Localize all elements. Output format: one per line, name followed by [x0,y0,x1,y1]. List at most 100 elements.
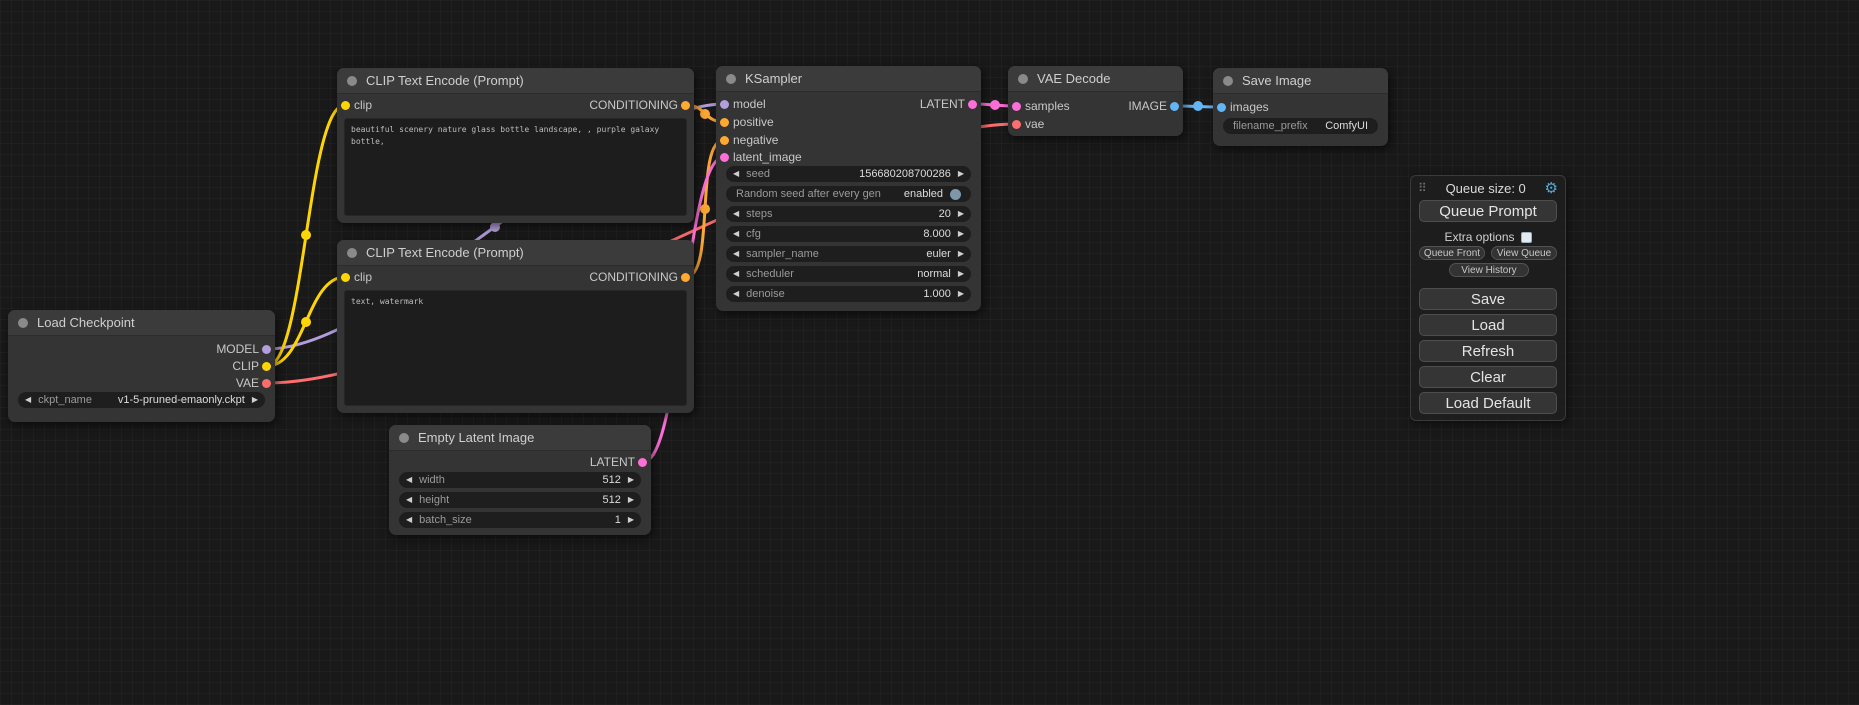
stepper-left-icon[interactable]: ◀ [733,246,739,262]
extra-options-checkbox[interactable] [1521,232,1532,243]
clear-button[interactable]: Clear [1419,366,1557,388]
batch-size-widget[interactable]: ◀ batch_size 1 ▶ [399,512,641,528]
collapse-dot[interactable] [726,74,736,84]
node-title-bar[interactable]: Save Image [1213,68,1388,94]
node-clip-text-encode-positive[interactable]: CLIP Text Encode (Prompt) clip CONDITION… [337,68,694,223]
stepper-right-icon[interactable]: ▶ [958,286,964,302]
collapse-dot[interactable] [347,248,357,258]
node-title-bar[interactable]: CLIP Text Encode (Prompt) [337,240,694,266]
widget-label: sampler_name [746,248,819,260]
stepper-right-icon[interactable]: ▶ [958,166,964,182]
settings-gear-icon[interactable]: ⚙ [1545,179,1558,197]
queue-front-button[interactable]: Queue Front [1419,246,1485,260]
widget-value: 8.000 [923,228,951,240]
node-graph-canvas[interactable]: Load Checkpoint MODEL CLIP VAE ◀ ckpt_na… [0,0,1859,705]
clip-output-dot[interactable] [262,362,271,371]
sampler-name-widget[interactable]: ◀ sampler_name euler ▶ [726,246,971,262]
extra-options-label: Extra options [1444,230,1514,244]
stepper-right-icon[interactable]: ▶ [958,266,964,282]
ckpt-name-widget[interactable]: ◀ ckpt_name v1-5-pruned-emaonly.ckpt ▶ [18,392,265,408]
stepper-right-icon[interactable]: ▶ [958,246,964,262]
node-title-bar[interactable]: VAE Decode [1008,66,1183,92]
image-output-dot[interactable] [1170,102,1179,111]
width-widget[interactable]: ◀ width 512 ▶ [399,472,641,488]
collapse-dot[interactable] [399,433,409,443]
widget-label: scheduler [746,268,794,280]
stepper-left-icon[interactable]: ◀ [733,266,739,282]
node-ksampler[interactable]: KSampler model LATENT positive negative … [716,66,981,311]
collapse-dot[interactable] [347,76,357,86]
latent-output-dot[interactable] [638,458,647,467]
scheduler-widget[interactable]: ◀ scheduler normal ▶ [726,266,971,282]
widget-label: steps [746,208,772,220]
positive-input-dot[interactable] [720,118,729,127]
conditioning-output-dot[interactable] [681,101,690,110]
queue-panel: ⠿ Queue size: 0 ⚙ Queue Prompt Extra opt… [1410,175,1566,421]
node-save-image[interactable]: Save Image images filename_prefix ComfyU… [1213,68,1388,146]
stepper-right-icon[interactable]: ▶ [958,226,964,242]
latent-image-input-dot[interactable] [720,153,729,162]
vae-input-dot[interactable] [1012,120,1021,129]
image-output-label: IMAGE [1128,97,1167,115]
seed-widget[interactable]: ◀ seed 156680208700286 ▶ [726,166,971,182]
toggle-knob[interactable] [950,189,961,200]
vae-output-dot[interactable] [262,379,271,388]
wire-clip-negative [267,277,345,366]
node-clip-text-encode-negative[interactable]: CLIP Text Encode (Prompt) clip CONDITION… [337,240,694,413]
negative-input-dot[interactable] [720,136,729,145]
stepper-left-icon[interactable]: ◀ [25,392,31,408]
load-button[interactable]: Load [1419,314,1557,336]
cfg-widget[interactable]: ◀ cfg 8.000 ▶ [726,226,971,242]
collapse-dot[interactable] [1018,74,1028,84]
model-input-dot[interactable] [720,100,729,109]
widget-label: cfg [746,228,761,240]
clip-input-dot[interactable] [341,273,350,282]
stepper-left-icon[interactable]: ◀ [733,166,739,182]
node-vae-decode[interactable]: VAE Decode samples IMAGE vae [1008,66,1183,136]
widget-value: 512 [602,474,620,486]
filename-prefix-widget[interactable]: filename_prefix ComfyUI [1223,118,1378,134]
stepper-left-icon[interactable]: ◀ [406,512,412,528]
widget-value: euler [926,248,950,260]
stepper-left-icon[interactable]: ◀ [733,286,739,302]
wire-midpoint-dot [700,204,710,214]
stepper-left-icon[interactable]: ◀ [733,226,739,242]
prompt-textarea[interactable]: beautiful scenery nature glass bottle la… [344,118,687,216]
stepper-right-icon[interactable]: ▶ [958,206,964,222]
prompt-textarea[interactable]: text, watermark [344,290,687,406]
widget-value: 512 [602,494,620,506]
node-load-checkpoint[interactable]: Load Checkpoint MODEL CLIP VAE ◀ ckpt_na… [8,310,275,422]
save-button[interactable]: Save [1419,288,1557,310]
steps-widget[interactable]: ◀ steps 20 ▶ [726,206,971,222]
load-default-button[interactable]: Load Default [1419,392,1557,414]
node-title-bar[interactable]: Load Checkpoint [8,310,275,336]
images-input-dot[interactable] [1217,103,1226,112]
height-widget[interactable]: ◀ height 512 ▶ [399,492,641,508]
conditioning-output-dot[interactable] [681,273,690,282]
view-queue-button[interactable]: View Queue [1491,246,1557,260]
stepper-right-icon[interactable]: ▶ [628,492,634,508]
stepper-right-icon[interactable]: ▶ [628,512,634,528]
latent-output-dot[interactable] [968,100,977,109]
node-empty-latent-image[interactable]: Empty Latent Image LATENT ◀ width 512 ▶ … [389,425,651,535]
drag-handle-icon[interactable]: ⠿ [1418,181,1427,195]
stepper-right-icon[interactable]: ▶ [252,392,258,408]
stepper-left-icon[interactable]: ◀ [406,472,412,488]
model-output-dot[interactable] [262,345,271,354]
stepper-left-icon[interactable]: ◀ [733,206,739,222]
node-title-bar[interactable]: Empty Latent Image [389,425,651,451]
random-seed-toggle-widget[interactable]: Random seed after every gen enabled [726,186,971,202]
samples-input-dot[interactable] [1012,102,1021,111]
queue-prompt-button[interactable]: Queue Prompt [1419,200,1557,222]
conditioning-output-label: CONDITIONING [589,268,678,286]
refresh-button[interactable]: Refresh [1419,340,1557,362]
node-title-bar[interactable]: CLIP Text Encode (Prompt) [337,68,694,94]
collapse-dot[interactable] [18,318,28,328]
denoise-widget[interactable]: ◀ denoise 1.000 ▶ [726,286,971,302]
stepper-right-icon[interactable]: ▶ [628,472,634,488]
clip-input-dot[interactable] [341,101,350,110]
node-title-bar[interactable]: KSampler [716,66,981,92]
view-history-button[interactable]: View History [1449,263,1529,277]
stepper-left-icon[interactable]: ◀ [406,492,412,508]
collapse-dot[interactable] [1223,76,1233,86]
